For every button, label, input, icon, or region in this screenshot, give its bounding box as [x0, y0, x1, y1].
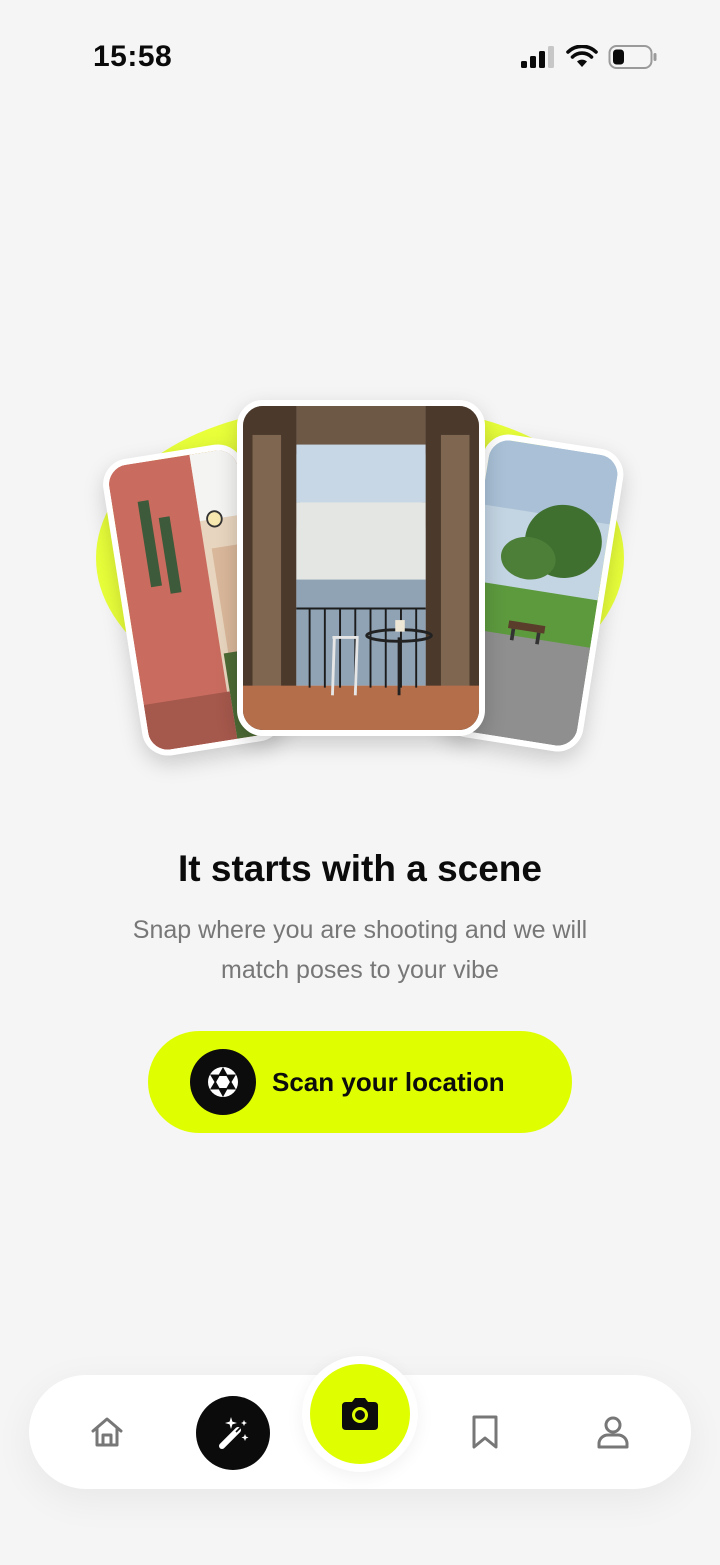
nav-saved[interactable]	[465, 1403, 505, 1461]
scan-location-label: Scan your location	[272, 1066, 505, 1097]
cellular-signal-icon	[521, 46, 554, 68]
subtitle-line-1: Snap where you are shooting and we will	[132, 916, 588, 944]
page-subtitle: Snap where you are shooting and we will …	[100, 910, 620, 990]
subtitle-line-2: match poses to your vibe	[221, 956, 499, 984]
status-icons	[520, 44, 658, 70]
scan-location-button[interactable]: Scan your location	[148, 1031, 572, 1133]
person-icon	[597, 1416, 629, 1449]
nav-home[interactable]	[85, 1403, 129, 1461]
magic-wand-icon	[219, 1417, 249, 1449]
camera-icon	[342, 1398, 378, 1430]
aperture-icon	[190, 1049, 256, 1115]
status-time: 15:58	[93, 40, 173, 73]
wifi-icon	[566, 45, 598, 67]
nav-camera-button[interactable]	[302, 1356, 418, 1472]
battery-icon	[608, 45, 657, 69]
bookmark-icon	[472, 1415, 498, 1449]
nav-magic[interactable]	[196, 1396, 270, 1470]
status-bar: 15:58	[0, 0, 720, 116]
nav-profile[interactable]	[591, 1403, 635, 1461]
hero-collage	[0, 380, 720, 780]
balcony-photo	[237, 400, 485, 736]
home-icon	[91, 1417, 123, 1447]
page-title: It starts with a scene	[178, 848, 542, 889]
